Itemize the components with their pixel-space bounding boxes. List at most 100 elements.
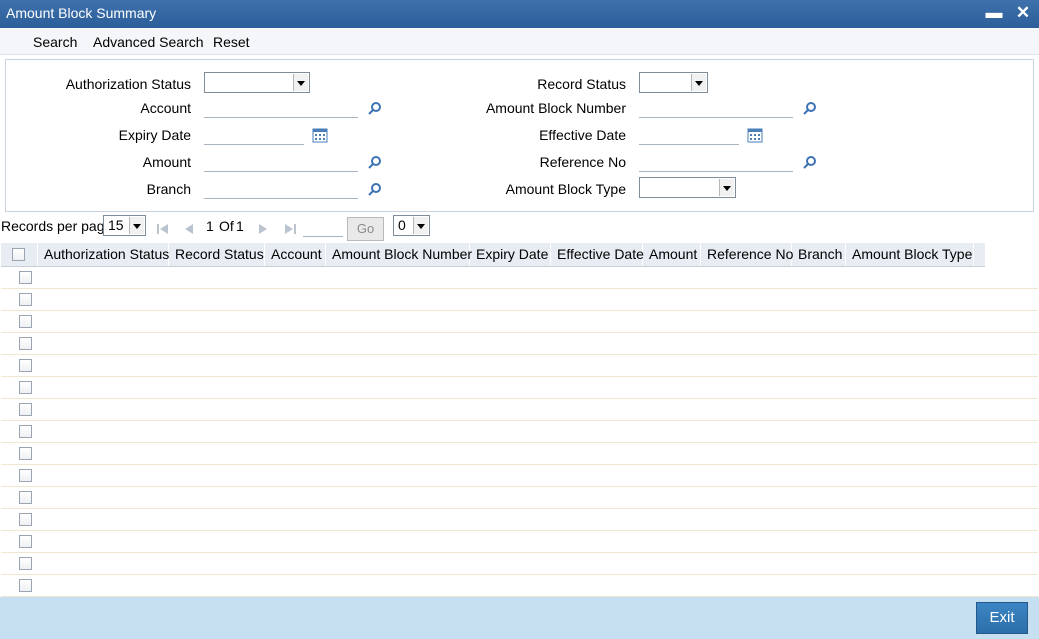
row-checkbox[interactable] <box>19 359 32 372</box>
search-icon[interactable] <box>367 182 383 198</box>
column-header[interactable]: Reference No <box>701 243 793 266</box>
expiry-date-label: Expiry Date <box>118 127 191 143</box>
page-jump-value: 0 <box>398 217 406 233</box>
search-icon[interactable] <box>802 155 818 171</box>
table-row[interactable] <box>1 553 1038 575</box>
toolbar: Search Advanced Search Reset <box>0 28 1039 55</box>
row-checkbox[interactable] <box>19 293 32 306</box>
table-row[interactable] <box>1 443 1038 465</box>
search-icon[interactable] <box>367 101 383 117</box>
reference-no-label: Reference No <box>539 154 626 170</box>
table-row[interactable] <box>1 311 1038 333</box>
page-current: 1 <box>206 218 214 234</box>
search-icon[interactable] <box>802 101 818 117</box>
page-total: 1 <box>236 218 244 234</box>
row-checkbox[interactable] <box>19 513 32 526</box>
table-row[interactable] <box>1 509 1038 531</box>
column-header[interactable]: Account <box>265 243 326 266</box>
table-row[interactable] <box>1 421 1038 443</box>
amount-block-type-select[interactable] <box>639 177 736 198</box>
results-grid: Authorization Status Record Status Accou… <box>1 243 1038 597</box>
footer-bar <box>0 597 1039 639</box>
reference-no-field[interactable] <box>639 151 793 172</box>
close-icon[interactable]: ✕ <box>1014 4 1032 22</box>
chevron-down-icon <box>293 74 308 91</box>
column-header[interactable]: Amount Block Type <box>846 243 974 266</box>
title-bar: Amount Block Summary ▬ ✕ <box>0 0 1039 28</box>
minimize-icon[interactable]: ▬ <box>985 4 1003 22</box>
branch-label: Branch <box>146 181 191 197</box>
calendar-icon[interactable] <box>312 127 328 143</box>
table-row[interactable] <box>1 377 1038 399</box>
amount-block-type-label: Amount Block Type <box>505 181 626 197</box>
column-header[interactable]: Effective Date <box>551 243 644 266</box>
search-icon[interactable] <box>367 155 383 171</box>
authorization-status-select[interactable] <box>204 72 310 93</box>
reset-button[interactable]: Reset <box>213 34 250 50</box>
advanced-search-button[interactable]: Advanced Search <box>93 34 204 50</box>
select-all-cell <box>1 243 38 266</box>
window-title: Amount Block Summary <box>6 5 157 21</box>
exit-button[interactable]: Exit <box>976 602 1028 634</box>
column-header[interactable]: Amount <box>643 243 701 266</box>
column-header[interactable]: Expiry Date <box>470 243 551 266</box>
calendar-icon[interactable] <box>747 127 763 143</box>
first-page-icon[interactable] <box>155 221 171 237</box>
row-checkbox[interactable] <box>19 469 32 482</box>
go-button[interactable]: Go <box>347 217 384 241</box>
amount-block-number-label: Amount Block Number <box>485 100 626 116</box>
row-checkbox[interactable] <box>19 381 32 394</box>
row-checkbox[interactable] <box>19 337 32 350</box>
grid-header: Authorization Status Record Status Accou… <box>1 243 985 267</box>
last-page-icon[interactable] <box>282 221 298 237</box>
table-row[interactable] <box>1 267 1038 289</box>
select-all-checkbox[interactable] <box>12 248 25 261</box>
record-status-label: Record Status <box>537 76 626 92</box>
expiry-date-field[interactable] <box>204 124 304 145</box>
effective-date-field[interactable] <box>639 124 739 145</box>
effective-date-label: Effective Date <box>539 127 626 143</box>
authorization-status-label: Authorization Status <box>65 76 191 92</box>
table-row[interactable] <box>1 465 1038 487</box>
page-number-input[interactable] <box>303 216 343 237</box>
page-jump-select[interactable]: 0 <box>393 215 430 236</box>
search-button[interactable]: Search <box>33 34 77 50</box>
account-field[interactable] <box>204 97 358 118</box>
row-checkbox[interactable] <box>19 315 32 328</box>
table-row[interactable] <box>1 531 1038 553</box>
record-status-select[interactable] <box>639 72 708 93</box>
column-header[interactable]: Amount Block Number <box>326 243 472 266</box>
table-row[interactable] <box>1 575 1038 597</box>
row-checkbox[interactable] <box>19 425 32 438</box>
page-of-label: Of <box>219 218 234 234</box>
branch-field[interactable] <box>204 178 358 199</box>
records-per-page-value: 15 <box>108 217 124 233</box>
amount-field[interactable] <box>204 151 358 172</box>
table-row[interactable] <box>1 355 1038 377</box>
chevron-down-icon <box>691 74 706 91</box>
table-row[interactable] <box>1 333 1038 355</box>
records-per-page-select[interactable]: 15 <box>103 215 146 236</box>
column-header[interactable]: Branch <box>792 243 846 266</box>
next-page-icon[interactable] <box>255 221 271 237</box>
records-per-page-label: Records per page <box>1 218 113 234</box>
chevron-down-icon <box>129 217 144 234</box>
row-checkbox[interactable] <box>19 403 32 416</box>
chevron-down-icon <box>719 179 734 196</box>
column-header[interactable]: Record Status <box>169 243 265 266</box>
amount-label: Amount <box>142 154 191 170</box>
table-row[interactable] <box>1 487 1038 509</box>
row-checkbox[interactable] <box>19 447 32 460</box>
row-checkbox[interactable] <box>19 557 32 570</box>
row-checkbox[interactable] <box>19 271 32 284</box>
row-checkbox[interactable] <box>19 535 32 548</box>
table-row[interactable] <box>1 289 1038 311</box>
amount-block-number-field[interactable] <box>639 97 793 118</box>
previous-page-icon[interactable] <box>181 221 197 237</box>
table-row[interactable] <box>1 399 1038 421</box>
chevron-down-icon <box>413 217 428 234</box>
account-label: Account <box>140 100 191 116</box>
row-checkbox[interactable] <box>19 579 32 592</box>
column-header[interactable]: Authorization Status <box>38 243 169 266</box>
row-checkbox[interactable] <box>19 491 32 504</box>
